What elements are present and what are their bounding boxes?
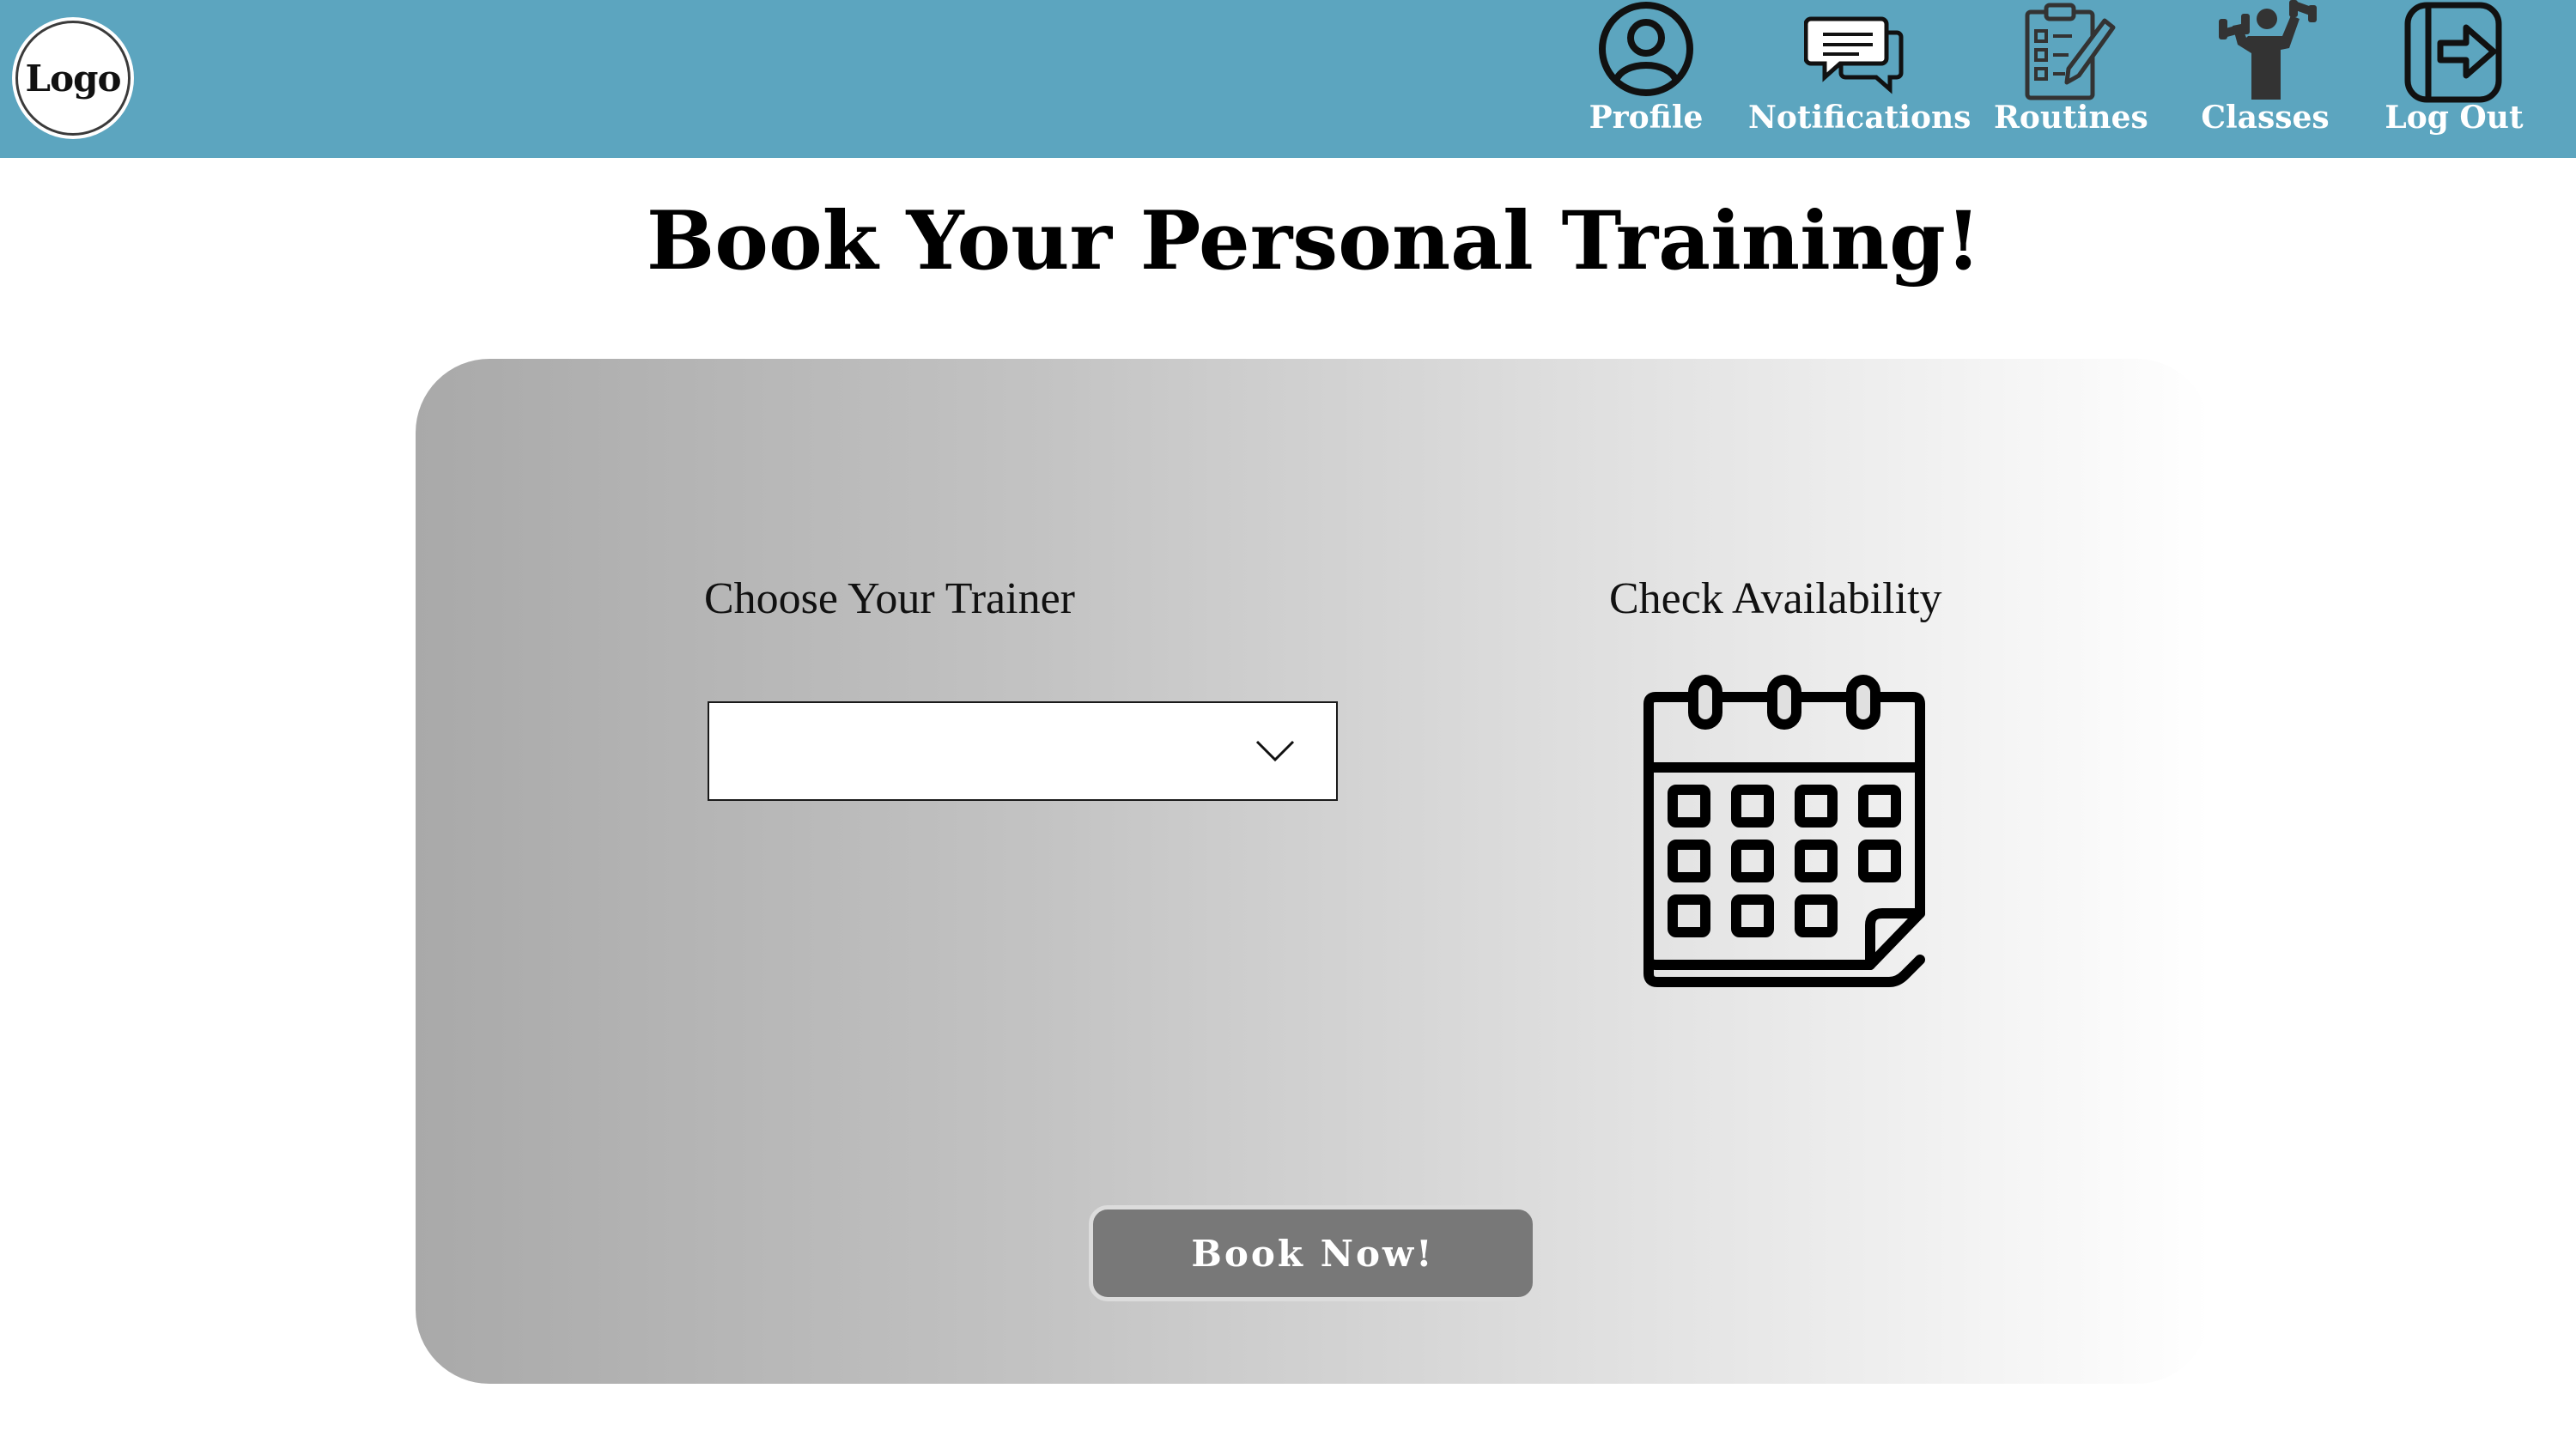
nav-notifications-label: Notifications (1748, 100, 1971, 136)
logout-icon (2403, 0, 2506, 103)
trainer-select[interactable] (708, 701, 1338, 801)
nav-routines[interactable]: Routines (1994, 0, 2148, 158)
chat-bubbles-icon (1804, 0, 1907, 103)
user-circle-icon (1595, 0, 1698, 103)
nav-logout[interactable]: Log Out (2384, 0, 2524, 158)
check-availability-label: Check Availability (1609, 574, 1942, 623)
top-navigation-bar: Logo Profile Notifications Routines Clas… (0, 0, 2576, 158)
nav-routines-label: Routines (1994, 100, 2148, 136)
calendar-icon[interactable] (1640, 671, 1929, 998)
nav-profile-label: Profile (1589, 100, 1704, 136)
chevron-down-icon (1255, 739, 1295, 767)
nav-classes[interactable]: Classes (2196, 0, 2334, 158)
logo[interactable]: Logo (15, 21, 131, 136)
nav-profile[interactable]: Profile (1582, 0, 1710, 158)
nav-notifications[interactable]: Notifications (1748, 0, 1971, 158)
weightlifter-icon (2207, 0, 2324, 103)
book-now-button[interactable]: Book Now! (1089, 1205, 1537, 1301)
clipboard-checklist-icon (2015, 0, 2118, 103)
nav-classes-label: Classes (2201, 100, 2330, 136)
choose-trainer-label: Choose Your Trainer (704, 574, 1075, 623)
nav-logout-label: Log Out (2385, 100, 2524, 136)
page-title: Book Your Personal Training! (646, 194, 1982, 288)
